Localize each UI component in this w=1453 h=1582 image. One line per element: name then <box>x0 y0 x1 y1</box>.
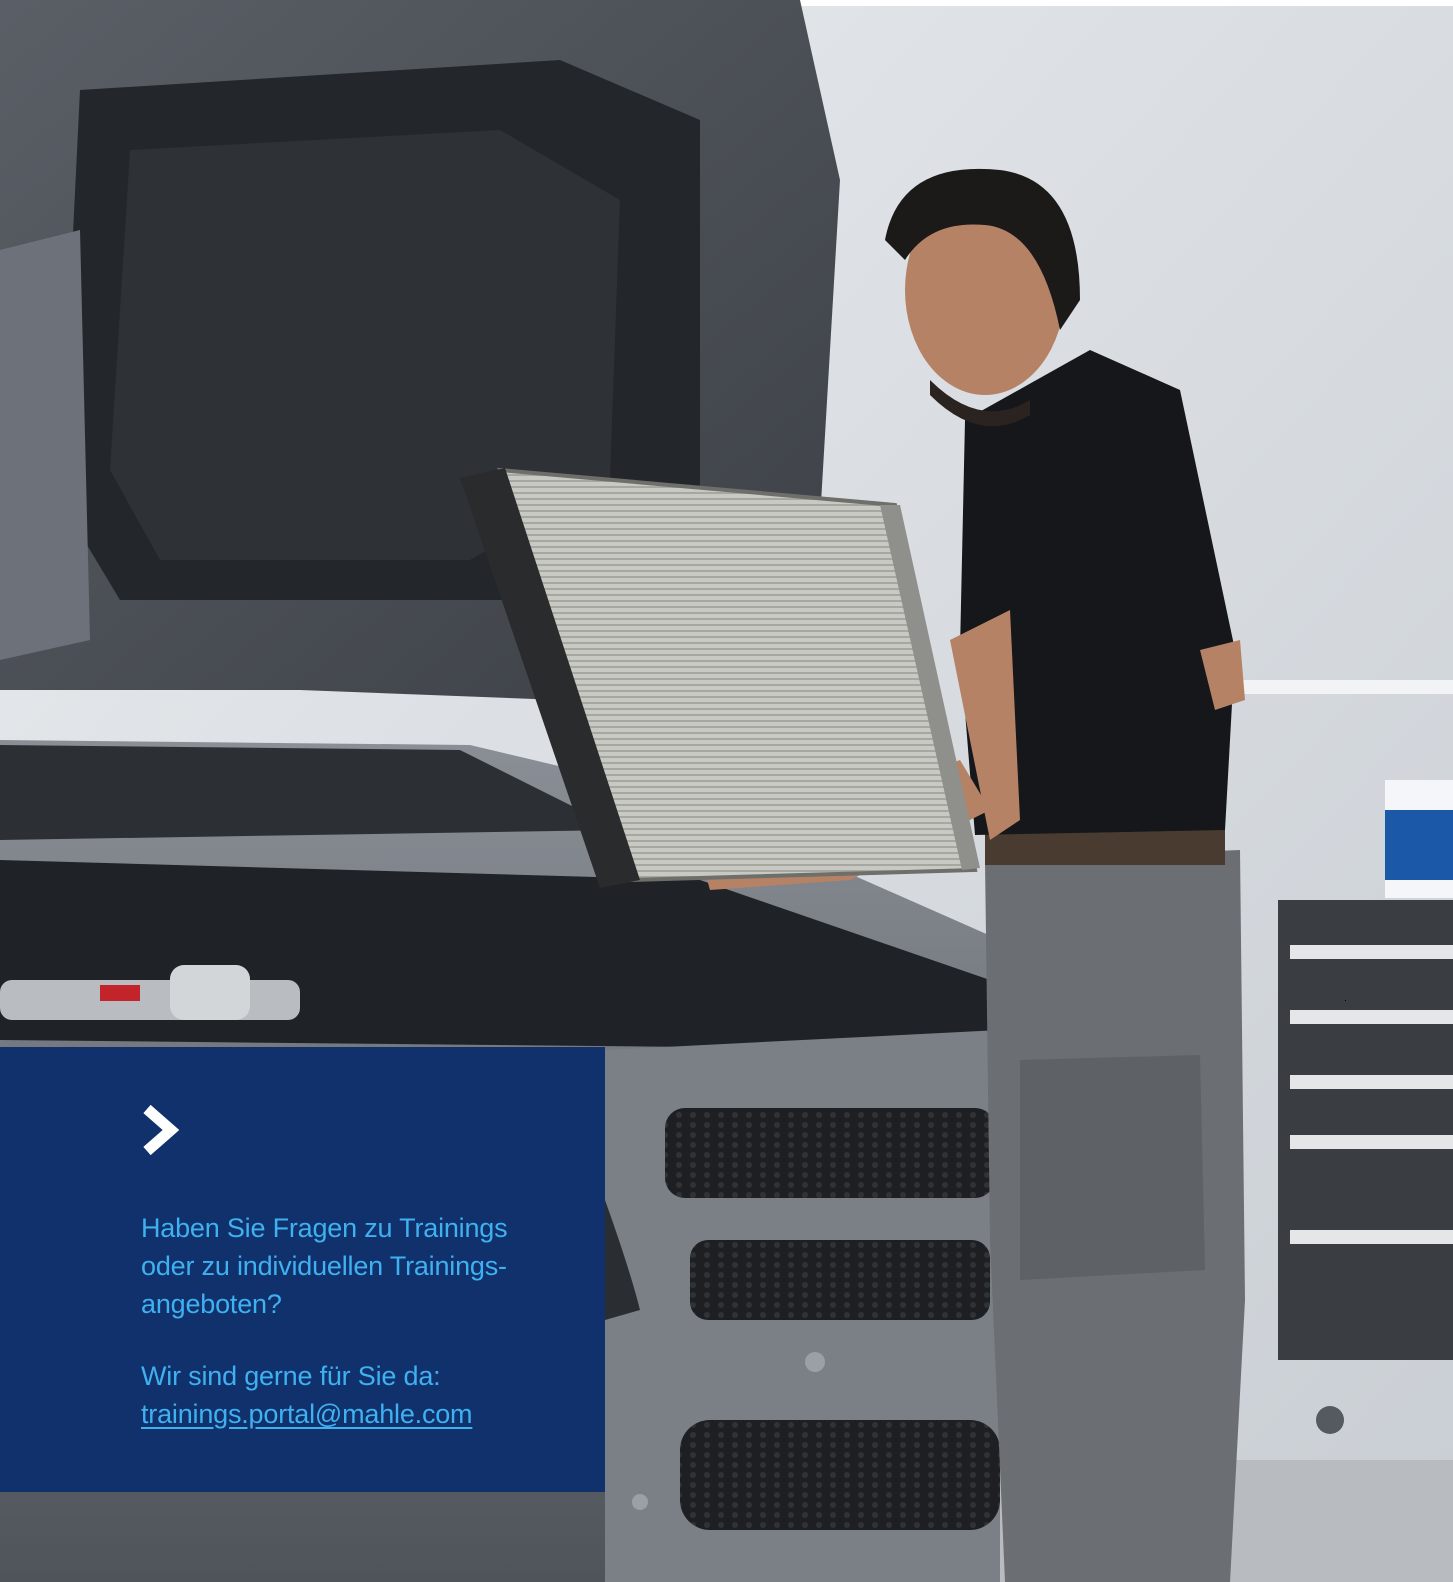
chevron-right-icon <box>143 1104 179 1156</box>
contact-text: Wir sind gerne für Sie da: <box>141 1361 441 1391</box>
question-line-3: angeboten? <box>141 1289 282 1319</box>
email-link[interactable]: trainings.portal@mahle.com <box>141 1399 473 1429</box>
question-line-2: oder zu individuellen Trainings- <box>141 1251 507 1281</box>
question-line-1: Haben Sie Fragen zu Trainings <box>141 1213 508 1243</box>
contact-message: Haben Sie Fragen zu Trainings oder zu in… <box>141 1209 561 1433</box>
contact-info-panel: Haben Sie Fragen zu Trainings oder zu in… <box>0 1047 605 1492</box>
